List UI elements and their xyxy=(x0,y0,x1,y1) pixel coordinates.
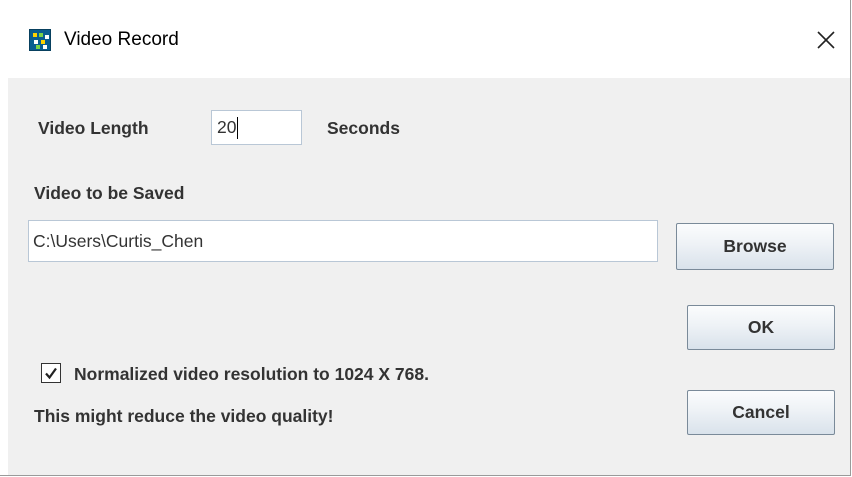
save-path-input[interactable]: C:\Users\Curtis_Chen xyxy=(28,220,658,262)
quality-warning-text: This might reduce the video quality! xyxy=(34,406,334,426)
title-bar[interactable]: Video Record xyxy=(0,0,850,78)
normalize-checkbox[interactable] xyxy=(41,363,61,383)
dialog-content: Video Length 20 Seconds Video to be Save… xyxy=(8,78,850,475)
normalize-label: Normalized video resolution to 1024 X 76… xyxy=(74,364,429,384)
seconds-label: Seconds xyxy=(327,118,400,138)
video-save-label: Video to be Saved xyxy=(34,183,185,203)
checkmark-icon xyxy=(45,367,57,380)
app-icon xyxy=(29,29,51,51)
video-length-value: 20 xyxy=(217,117,237,137)
window-title: Video Record xyxy=(64,29,179,50)
text-caret xyxy=(237,117,239,140)
video-record-dialog: Video Record Video Length 20 Seconds Vid… xyxy=(0,0,851,476)
ok-button[interactable]: OK xyxy=(687,305,835,350)
cancel-button[interactable]: Cancel xyxy=(687,390,835,435)
close-icon xyxy=(817,31,835,49)
close-button[interactable] xyxy=(808,22,844,58)
video-length-label: Video Length xyxy=(38,118,149,138)
video-length-input[interactable]: 20 xyxy=(211,110,302,145)
browse-button[interactable]: Browse xyxy=(676,223,834,270)
